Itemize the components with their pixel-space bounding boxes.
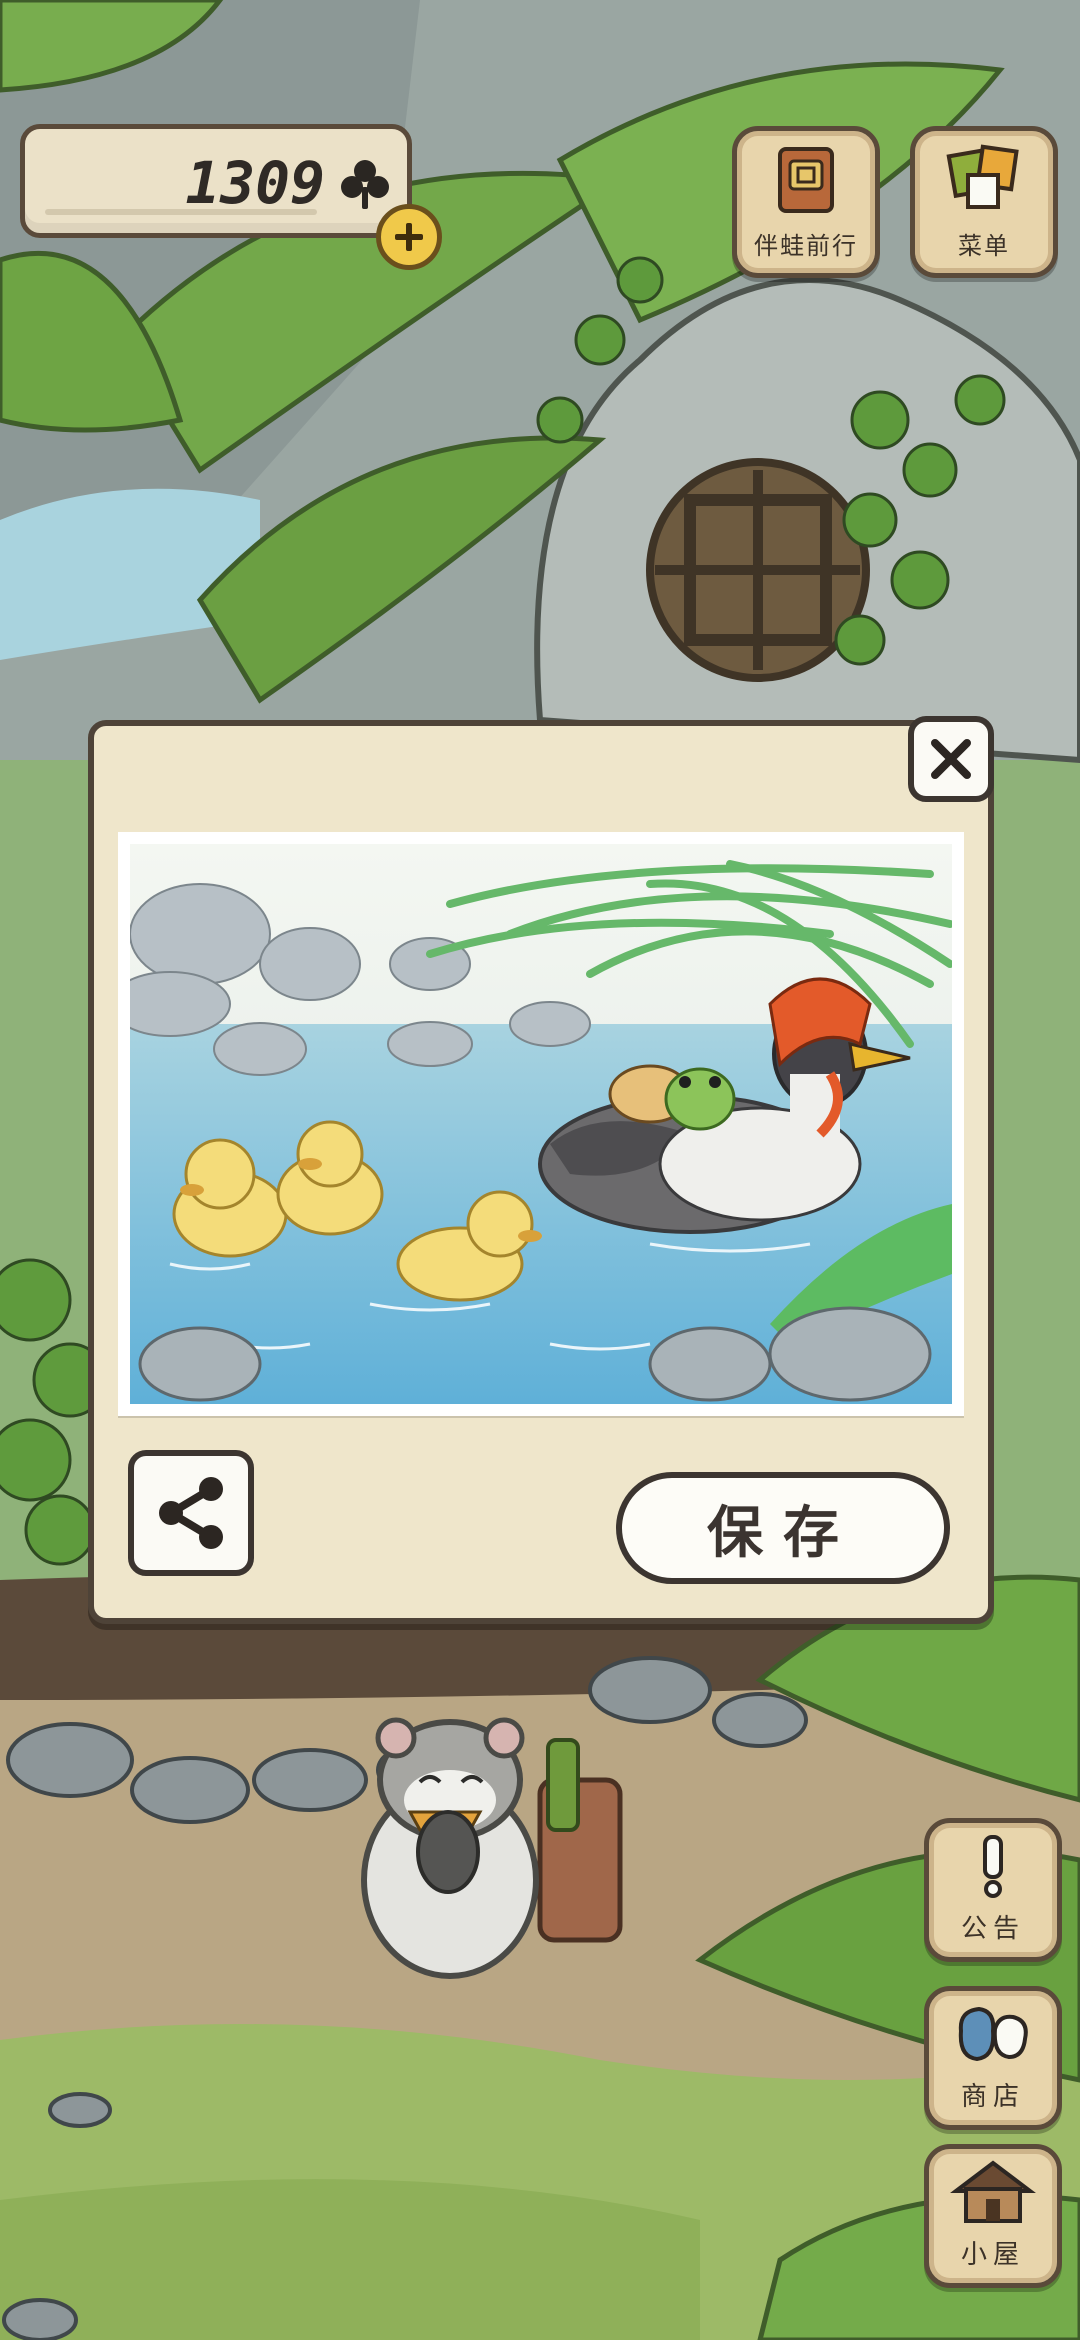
plus-icon [395, 223, 423, 251]
shop-button[interactable]: 商店 [924, 1986, 1062, 2130]
announcement-label: 公告 [960, 1914, 1025, 1944]
close-icon [931, 739, 971, 779]
exclamation-icon [973, 1823, 1013, 1908]
save-label: 保存 [707, 1500, 859, 1566]
announcement-button[interactable]: 公告 [924, 1818, 1062, 1962]
save-button[interactable]: 保存 [616, 1472, 950, 1584]
travel-with-frog-button[interactable]: 伴蛙前行 [732, 126, 880, 278]
share-button[interactable] [128, 1450, 254, 1576]
currency-amount: 1309 [185, 149, 325, 217]
menu-button[interactable]: 菜单 [910, 126, 1058, 278]
cabin-button[interactable]: 小屋 [924, 2144, 1062, 2288]
duck-family-illustration [109, 844, 954, 1404]
bags-icon [951, 1991, 1035, 2076]
add-currency-button[interactable] [376, 204, 442, 270]
cards-icon [944, 131, 1024, 226]
clover-icon [337, 157, 393, 217]
currency-counter: 1309 [20, 124, 412, 238]
cabin-label: 小屋 [960, 2240, 1025, 2270]
postcard-photo [109, 832, 964, 1416]
shop-label: 商店 [960, 2082, 1025, 2112]
counter-underline [45, 209, 317, 215]
house-icon [950, 2149, 1036, 2234]
close-button[interactable] [908, 716, 994, 802]
travel-with-frog-label: 伴蛙前行 [754, 232, 858, 260]
share-icon [159, 1477, 223, 1549]
menu-label: 菜单 [958, 232, 1010, 260]
notebook-icon [768, 131, 844, 226]
